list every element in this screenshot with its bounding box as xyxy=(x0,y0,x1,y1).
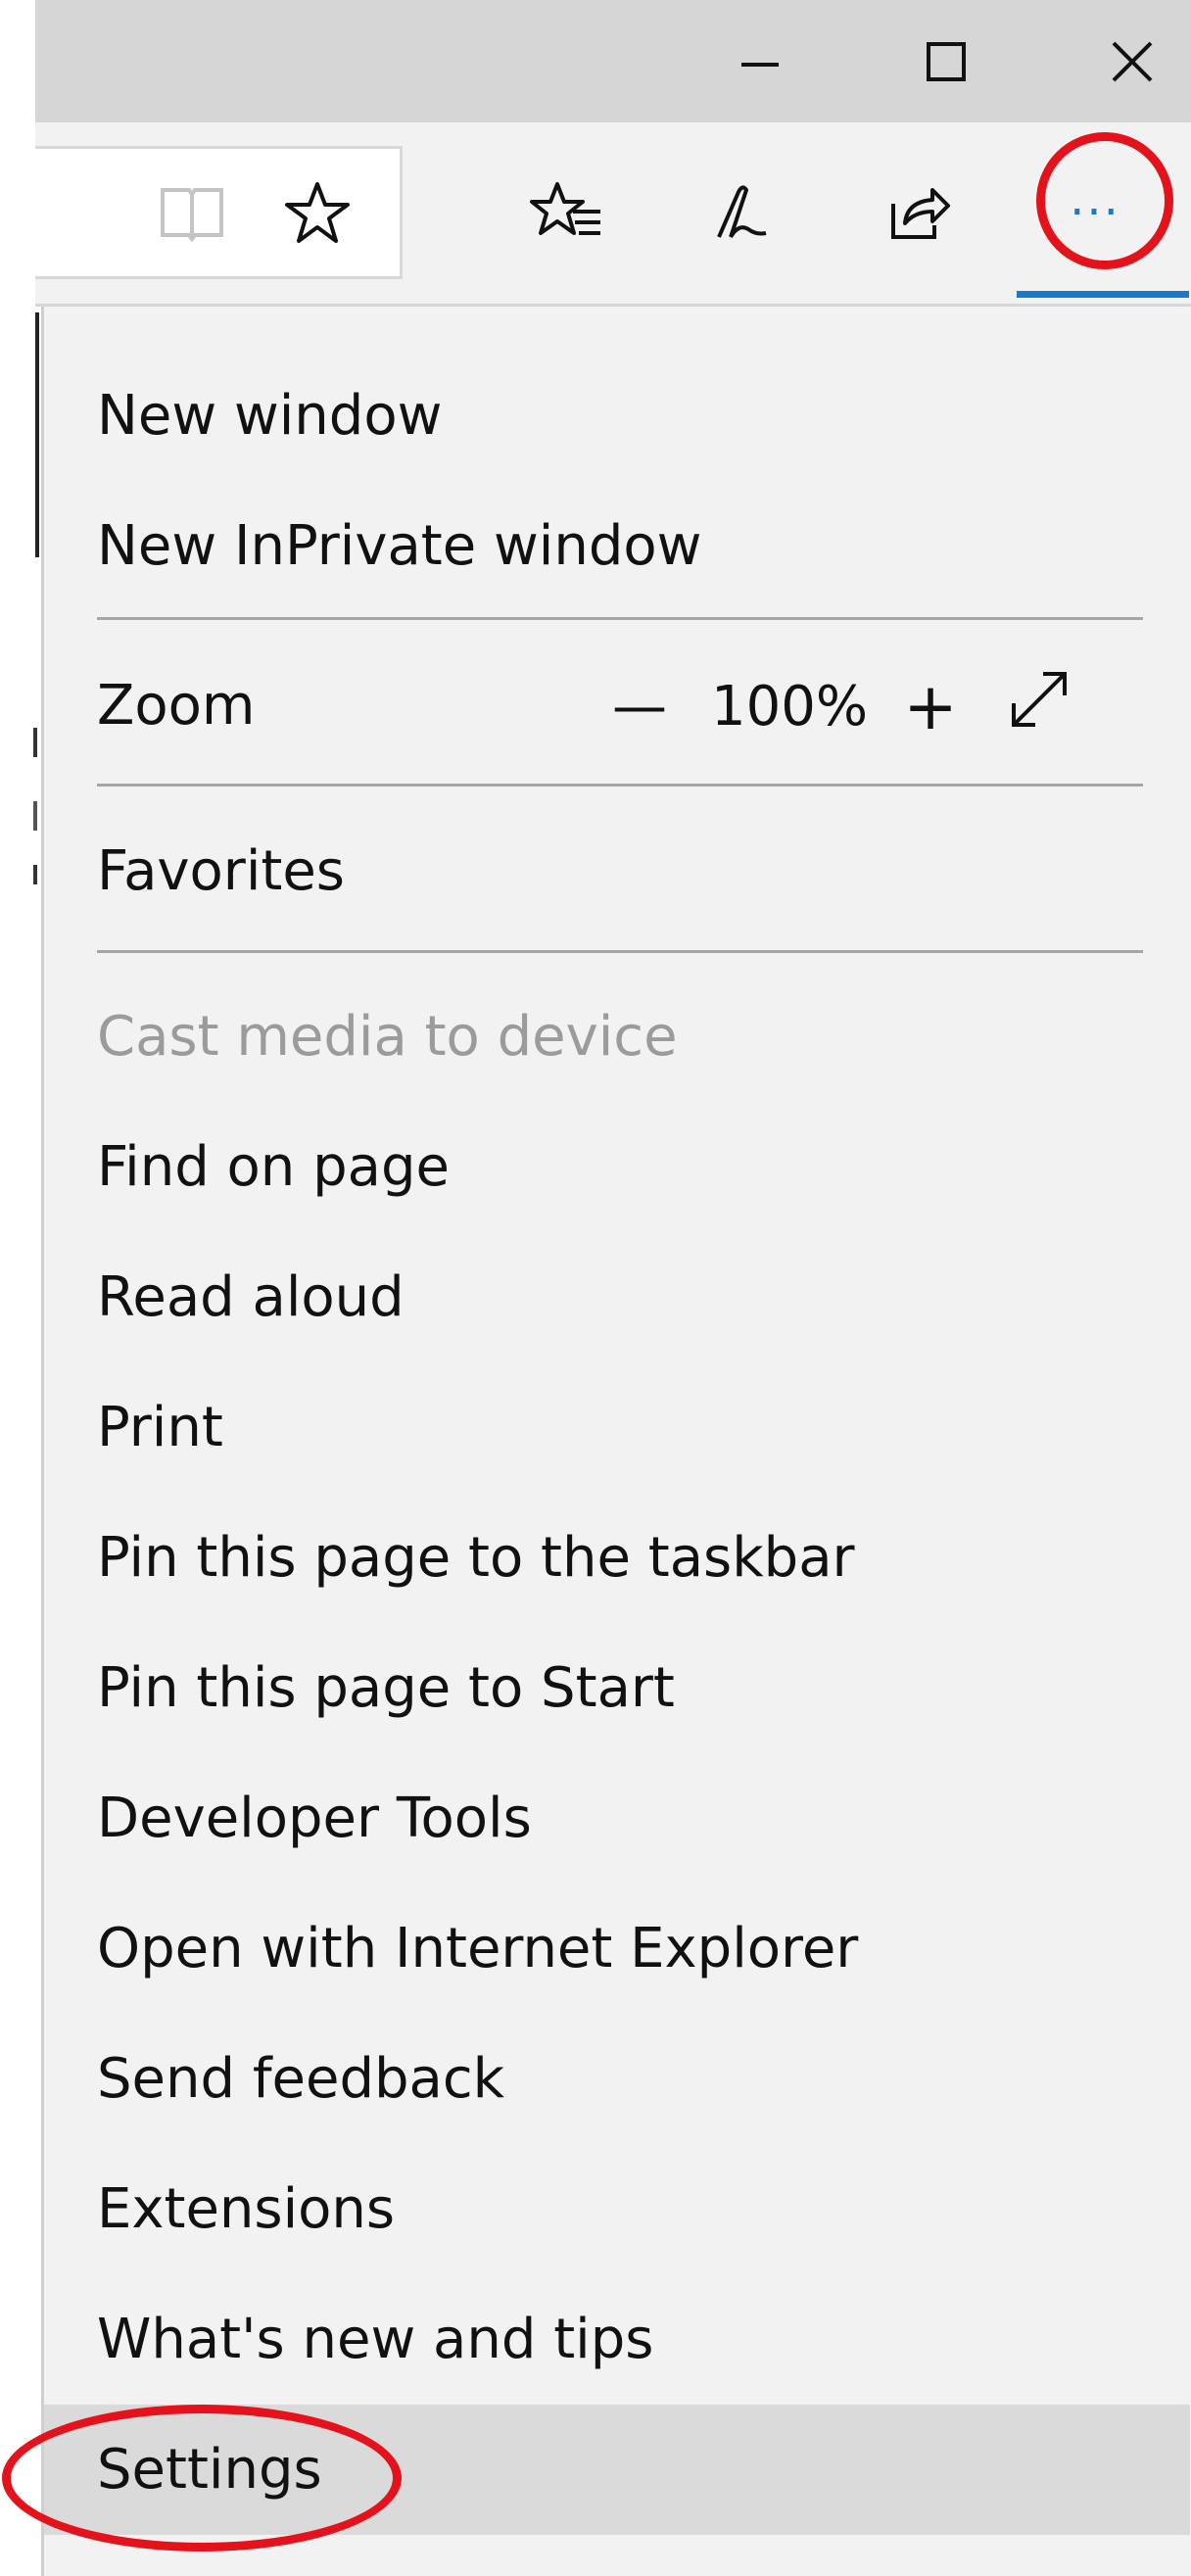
share-button[interactable] xyxy=(866,159,974,266)
zoom-out-icon: — xyxy=(612,674,667,739)
favorites-hub-icon xyxy=(530,178,604,247)
minimize-button[interactable] xyxy=(677,0,843,122)
menu-item-open-ie[interactable]: Open with Internet Explorer xyxy=(44,1884,1190,2014)
add-favorite-button[interactable] xyxy=(263,159,371,266)
menu-item-favorites[interactable]: Favorites xyxy=(44,806,1190,936)
menu-divider xyxy=(97,950,1143,953)
menu-divider xyxy=(97,617,1143,620)
menu-item-find-on-page[interactable]: Find on page xyxy=(44,1102,1190,1232)
title-bar xyxy=(35,0,1191,122)
page-edge-mark xyxy=(35,312,39,557)
address-bar[interactable] xyxy=(35,146,403,279)
menu-item-settings[interactable]: Settings xyxy=(44,2405,1190,2535)
browser-window: ··· New window New InPrivate window Zoom… xyxy=(0,0,1191,2576)
more-ellipsis-icon: ··· xyxy=(1070,185,1120,240)
menu-item-label: Send feedback xyxy=(97,2047,505,2111)
more-button-active-underline xyxy=(1017,291,1189,298)
menu-item-label: Pin this page to the taskbar xyxy=(97,1526,855,1590)
menu-item-pin-taskbar[interactable]: Pin this page to the taskbar xyxy=(44,1493,1190,1623)
menu-item-extensions[interactable]: Extensions xyxy=(44,2144,1190,2274)
menu-item-label: Cast media to device xyxy=(97,1005,678,1069)
close-button[interactable] xyxy=(1049,0,1191,122)
menu-item-label: Find on page xyxy=(97,1135,450,1199)
zoom-value: 100% xyxy=(710,674,869,739)
menu-item-read-aloud[interactable]: Read aloud xyxy=(44,1232,1190,1362)
menu-item-pin-start[interactable]: Pin this page to Start xyxy=(44,1623,1190,1753)
menu-item-send-feedback[interactable]: Send feedback xyxy=(44,2014,1190,2144)
menu-item-whats-new[interactable]: What's new and tips xyxy=(44,2274,1190,2405)
favorites-hub-button[interactable] xyxy=(513,159,621,266)
menu-item-label: New window xyxy=(97,384,443,448)
menu-item-label: New InPrivate window xyxy=(97,514,702,578)
web-note-button[interactable] xyxy=(690,159,797,266)
browser-toolbar: ··· xyxy=(35,122,1191,307)
menu-item-label: Open with Internet Explorer xyxy=(97,1917,859,1980)
fullscreen-button[interactable] xyxy=(990,657,1088,755)
zoom-in-icon: + xyxy=(903,668,958,744)
page-edge-mark xyxy=(33,865,37,884)
share-icon xyxy=(885,178,954,247)
page-edge-mark xyxy=(33,728,37,757)
reading-view-icon xyxy=(157,182,227,243)
menu-item-label: Extensions xyxy=(97,2177,396,2241)
web-note-icon xyxy=(709,178,778,247)
maximize-button[interactable] xyxy=(863,0,1029,122)
menu-item-label: What's new and tips xyxy=(97,2308,654,2371)
menu-item-label: Read aloud xyxy=(97,1265,405,1329)
maximize-icon xyxy=(922,37,971,86)
zoom-in-button[interactable]: + xyxy=(888,657,973,755)
fullscreen-icon xyxy=(1008,668,1071,744)
zoom-out-button[interactable]: — xyxy=(593,657,687,755)
more-button[interactable]: ··· xyxy=(1041,159,1149,266)
minimize-icon xyxy=(736,37,785,86)
menu-divider xyxy=(97,784,1143,787)
settings-and-more-menu: New window New InPrivate window Zoom — 1… xyxy=(41,307,1191,2576)
menu-item-developer-tools[interactable]: Developer Tools xyxy=(44,1753,1190,1884)
menu-item-new-inprivate-window[interactable]: New InPrivate window xyxy=(44,481,1190,611)
zoom-label: Zoom xyxy=(97,674,256,738)
menu-item-new-window[interactable]: New window xyxy=(44,351,1190,481)
menu-item-label: Favorites xyxy=(97,839,345,903)
menu-item-label: Pin this page to Start xyxy=(97,1656,675,1720)
zoom-level: 100% xyxy=(706,657,873,755)
menu-item-label: Print xyxy=(97,1396,223,1459)
menu-item-cast-media: Cast media to device xyxy=(44,972,1190,1102)
reading-view-button[interactable] xyxy=(138,159,246,266)
page-edge-mark xyxy=(33,801,37,831)
close-icon xyxy=(1108,37,1157,86)
menu-item-label: Settings xyxy=(97,2438,322,2502)
menu-item-print[interactable]: Print xyxy=(44,1362,1190,1493)
page-content xyxy=(0,307,41,2576)
favorite-star-icon xyxy=(283,178,352,247)
menu-item-label: Developer Tools xyxy=(97,1787,532,1850)
